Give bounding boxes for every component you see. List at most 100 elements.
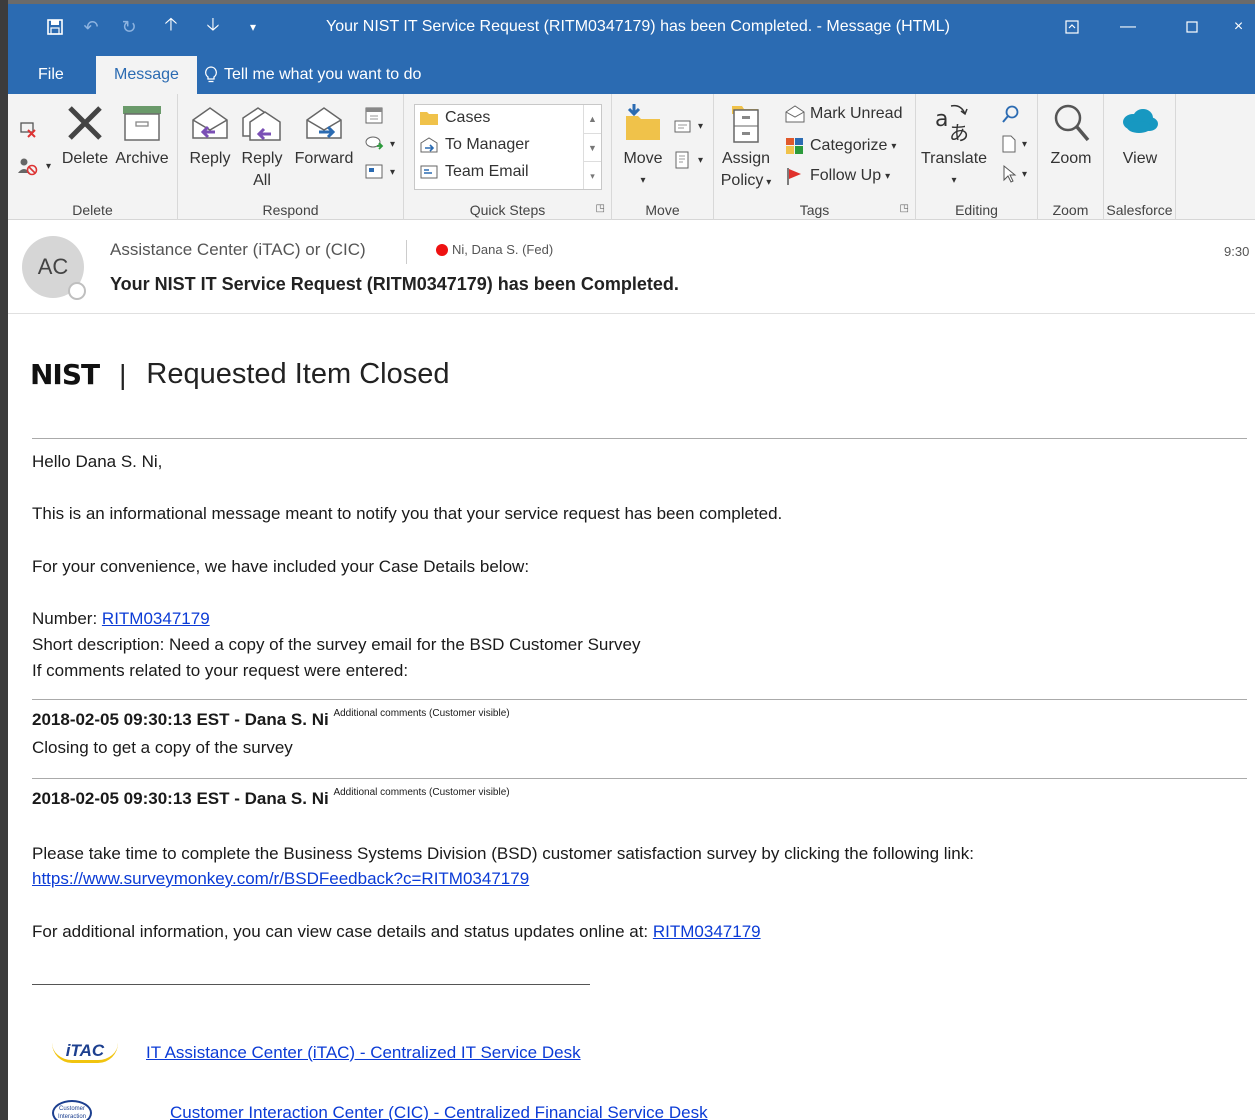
policy-cabinet-icon [732, 106, 759, 143]
rules-icon[interactable]: ▾ [672, 116, 703, 136]
assign-label-2: Policy [720, 172, 764, 189]
comment-header: 2018-02-05 09:30:13 EST - Dana S. Ni Add… [32, 708, 510, 730]
find-icon[interactable] [1000, 104, 1022, 124]
ignore-icon[interactable] [18, 118, 38, 138]
quick-step-cases[interactable]: Cases [419, 109, 490, 127]
lightbulb-icon [205, 66, 217, 83]
delete-icon [68, 106, 102, 140]
actions-icon[interactable]: ▾ [672, 150, 703, 170]
short-description: Short description: Need a copy of the su… [32, 635, 641, 654]
next-item-icon[interactable]: 🡣 [200, 14, 226, 40]
undo-icon[interactable]: ↶ [78, 14, 104, 40]
salesforce-group: View Salesforce [1104, 94, 1176, 220]
cleanup-icon[interactable]: ▾ [16, 156, 51, 176]
survey-link[interactable]: https://www.surveymonkey.com/r/BSDFeedba… [32, 869, 529, 888]
customize-toolbar-icon[interactable]: ▾ [240, 14, 266, 40]
delete-button[interactable]: Delete [60, 102, 110, 170]
save-icon[interactable] [42, 14, 68, 40]
quick-steps-scrollbar[interactable]: ▲ ▼ ▾ [583, 105, 601, 189]
quick-steps-gallery: Cases To Manager Team Email ▲ ▼ ▾ [414, 104, 602, 190]
select-icon[interactable]: ▾ [1000, 164, 1027, 184]
quick-step-to-manager-label: To Manager [445, 136, 530, 153]
case-details-link[interactable]: RITM0347179 [653, 922, 761, 941]
cic-service-row: Customer Interaction Center Customer Int… [52, 1100, 708, 1120]
reply-button[interactable]: Reply [186, 102, 234, 170]
tab-message[interactable]: Message [96, 56, 197, 94]
translate-dropdown-icon: ▾ [951, 175, 957, 186]
zoom-label: Zoom [1050, 150, 1092, 167]
quick-step-to-manager[interactable]: To Manager [419, 136, 530, 154]
mark-unread-label: Mark Unread [810, 105, 903, 122]
gallery-expand-icon[interactable]: ▾ [584, 161, 601, 189]
envelope-open-icon [785, 105, 805, 123]
flag-icon [787, 168, 801, 185]
follow-up-button[interactable]: Follow Up ▾ [784, 166, 890, 186]
delete-group-label: Delete [72, 202, 113, 218]
meeting-reply-icon[interactable] [364, 106, 386, 126]
survey-link-line: https://www.surveymonkey.com/r/BSDFeedba… [32, 869, 529, 889]
archive-button[interactable]: Archive [114, 102, 170, 170]
delete-group: ▾ Delete Archive Delete [8, 94, 178, 220]
reply-label: Reply [189, 150, 231, 167]
background-window-edge [0, 0, 8, 1120]
ribbon: ▾ Delete Archive Delete Reply Reply All [8, 94, 1255, 220]
zoom-group: Zoom Zoom [1038, 94, 1104, 220]
quick-step-team-email[interactable]: Team Email [419, 163, 529, 181]
outlook-message-window: ↶ ↻ 🡡 🡣 ▾ Your NIST IT Service Request (… [8, 4, 1255, 1120]
assign-label-1: Assign [721, 150, 771, 167]
reply-all-label-2: All [253, 172, 271, 189]
banner-heading: Requested Item Closed [146, 358, 450, 390]
related-icon[interactable]: ▾ [1000, 134, 1027, 154]
itac-link[interactable]: IT Assistance Center (iTAC) - Centralize… [146, 1043, 581, 1063]
quick-steps-group: Cases To Manager Team Email ▲ ▼ ▾ ◳ Quic… [404, 94, 612, 220]
new-email-icon [420, 165, 438, 179]
message-subject: Your NIST IT Service Request (RITM034717… [110, 274, 679, 294]
move-group: Move ▾ ▾ ▾ Move [612, 94, 714, 220]
move-dropdown-icon: ▾ [640, 175, 646, 186]
cic-logo: Customer Interaction Center [52, 1100, 92, 1120]
im-reply-icon[interactable]: ▾ [364, 134, 395, 154]
translate-icon: aあ [935, 104, 969, 144]
tab-file[interactable]: File [20, 56, 82, 94]
sender-name[interactable]: Assistance Center (iTAC) or (CIC) [110, 240, 366, 260]
translate-button[interactable]: aあ Translate ▾ [918, 102, 990, 192]
move-folder-icon [626, 104, 660, 140]
archive-icon [123, 106, 161, 141]
assign-policy-button[interactable]: Assign Policy ▾ [718, 102, 774, 194]
additional-info: For additional information, you can view… [32, 922, 761, 942]
move-button[interactable]: Move ▾ [618, 102, 668, 192]
move-label: Move [623, 150, 663, 167]
scroll-down-icon[interactable]: ▼ [584, 133, 601, 161]
editing-group: aあ Translate ▾ ▾ ▾ Editing [916, 94, 1038, 220]
reply-all-button[interactable]: Reply All [238, 102, 286, 192]
previous-item-icon[interactable]: 🡡 [158, 14, 184, 40]
ribbon-display-options-icon[interactable] [1052, 12, 1092, 42]
divider [32, 699, 1247, 700]
survey-text: Please take time to complete the Busines… [32, 844, 974, 863]
recipient[interactable]: Ni, Dana S. (Fed) [436, 242, 553, 257]
salesforce-view-button[interactable]: View [1112, 102, 1168, 170]
zoom-button[interactable]: Zoom [1042, 102, 1100, 170]
message-header: AC Assistance Center (iTAC) or (CIC) Ni,… [8, 220, 1255, 314]
title-bar: ↶ ↻ 🡡 🡣 ▾ Your NIST IT Service Request (… [8, 4, 1255, 52]
message-body: NIST | Requested Item Closed Hello Dana … [8, 314, 1255, 1120]
email-banner: NIST | Requested Item Closed [30, 358, 449, 391]
forward-button[interactable]: Forward [292, 102, 356, 170]
scroll-up-icon[interactable]: ▲ [584, 105, 601, 133]
banner-separator: | [119, 358, 127, 390]
maximize-icon[interactable] [1172, 12, 1212, 42]
quick-steps-group-label: Quick Steps [469, 202, 546, 218]
divider [32, 778, 1247, 779]
reply-all-label-1: Reply [241, 150, 283, 167]
redo-icon[interactable]: ↻ [116, 14, 142, 40]
cic-link[interactable]: Customer Interaction Center (CIC) - Cent… [170, 1103, 708, 1120]
tell-me-search[interactable]: Tell me what you want to do [204, 66, 421, 84]
categorize-button[interactable]: Categorize ▾ [784, 136, 896, 156]
minimize-icon[interactable]: — [1108, 12, 1148, 42]
close-icon[interactable]: × [1222, 12, 1255, 42]
reply-all-icon [242, 107, 281, 141]
case-number-link[interactable]: RITM0347179 [102, 609, 210, 628]
more-respond-icon[interactable]: ▾ [364, 162, 395, 182]
forward-label: Forward [294, 150, 354, 167]
mark-unread-button[interactable]: Mark Unread [784, 104, 902, 124]
